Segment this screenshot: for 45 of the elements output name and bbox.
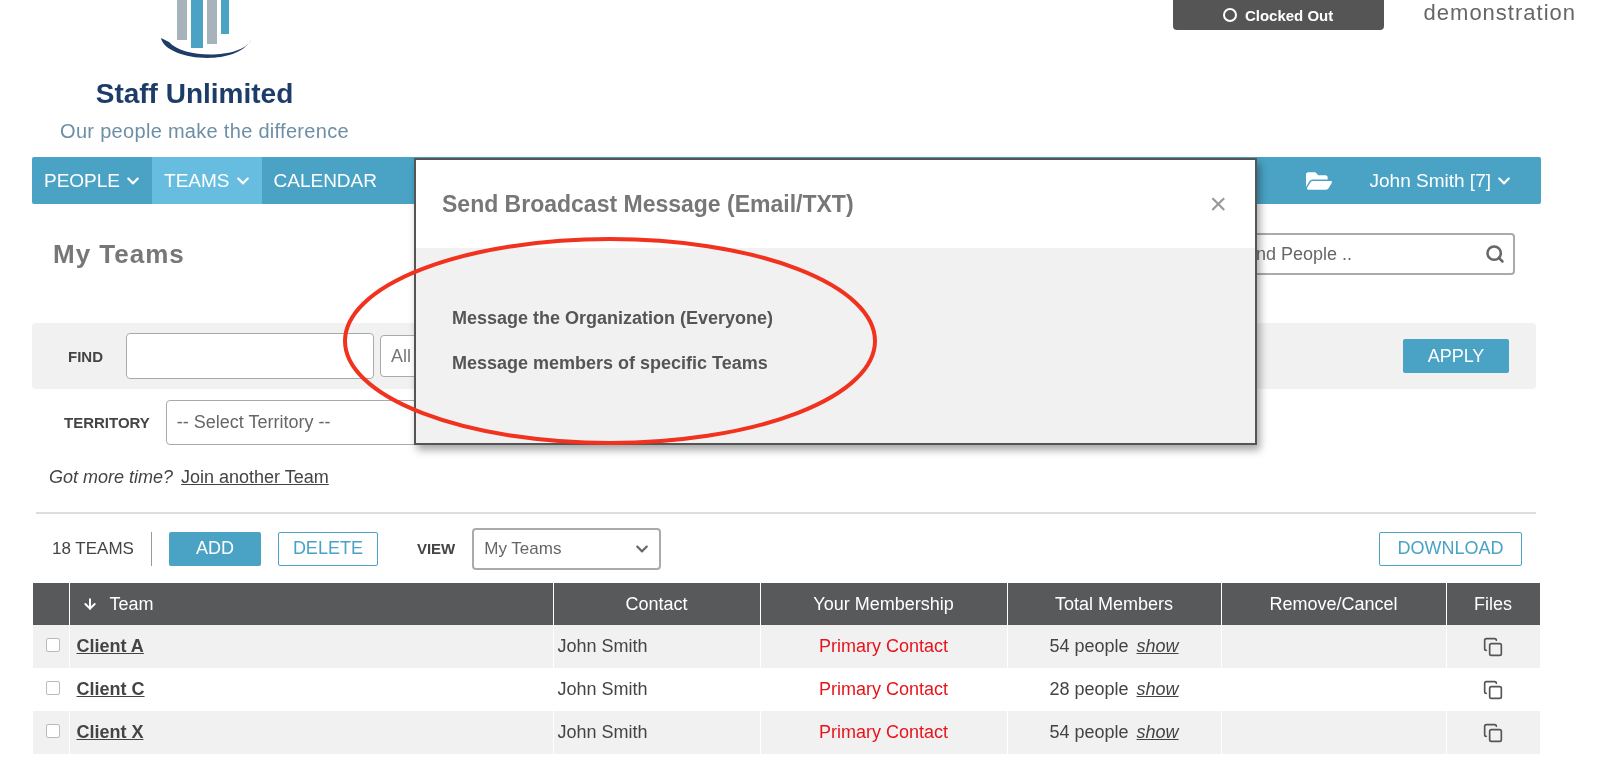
dialog-title: Send Broadcast Message (Email/TXT) bbox=[442, 190, 854, 218]
row-checkbox[interactable] bbox=[46, 681, 60, 695]
membership-text: Primary Contact bbox=[818, 679, 948, 699]
column-header[interactable]: Contact bbox=[553, 583, 760, 625]
row-checkbox[interactable] bbox=[46, 638, 60, 652]
view-select[interactable]: My Teams bbox=[472, 527, 662, 570]
show-link[interactable]: show bbox=[1136, 636, 1179, 656]
find-input[interactable] bbox=[126, 333, 374, 379]
team-count: 18 TEAMS bbox=[52, 531, 152, 566]
column-header[interactable]: Team bbox=[69, 583, 553, 625]
contact-text: John Smith bbox=[557, 679, 648, 699]
column-header[interactable]: Your Membership bbox=[760, 583, 1007, 625]
contact-text: John Smith bbox=[557, 722, 648, 742]
membership-text: Primary Contact bbox=[818, 636, 948, 656]
team-link[interactable]: Client C bbox=[76, 679, 145, 699]
members-count: 28 people bbox=[1049, 679, 1129, 699]
column-header[interactable]: Remove/Cancel bbox=[1221, 583, 1446, 625]
team-link[interactable]: Client A bbox=[76, 636, 144, 656]
join-team-link[interactable]: Join another Team bbox=[181, 467, 329, 488]
page-title: My Teams bbox=[53, 238, 185, 270]
brand-name: Staff Unlimited bbox=[95, 78, 294, 110]
team-link[interactable]: Client X bbox=[76, 722, 144, 742]
account-name: demonstration bbox=[1423, 0, 1576, 26]
files-icon[interactable] bbox=[1483, 680, 1503, 701]
column-header[interactable]: Files bbox=[1446, 583, 1540, 625]
members-count: 54 people bbox=[1049, 636, 1129, 656]
clock-status-button[interactable]: Clocked Out bbox=[1172, 0, 1384, 30]
row-checkbox[interactable] bbox=[46, 724, 60, 738]
membership-text: Primary Contact bbox=[818, 722, 948, 742]
files-icon[interactable] bbox=[1483, 723, 1503, 744]
tagline: Our people make the difference bbox=[60, 120, 349, 143]
circle-icon bbox=[1222, 8, 1237, 22]
search-icon bbox=[1485, 244, 1505, 264]
contact-text: John Smith bbox=[557, 636, 648, 656]
show-link[interactable]: show bbox=[1136, 679, 1179, 699]
dialog-option[interactable]: Message members of specific Teams bbox=[452, 353, 1255, 374]
column-header[interactable]: Total Members bbox=[1007, 583, 1221, 625]
show-link[interactable]: show bbox=[1136, 722, 1179, 742]
territory-label: TERRITORY bbox=[64, 414, 150, 431]
files-icon[interactable] bbox=[1483, 637, 1503, 658]
members-count: 54 people bbox=[1049, 722, 1129, 742]
view-label: VIEW bbox=[416, 540, 456, 557]
find-label: FIND bbox=[68, 347, 103, 365]
dialog-option[interactable]: Message the Organization (Everyone) bbox=[452, 308, 1255, 329]
join-prompt: Got more time? bbox=[49, 467, 174, 488]
